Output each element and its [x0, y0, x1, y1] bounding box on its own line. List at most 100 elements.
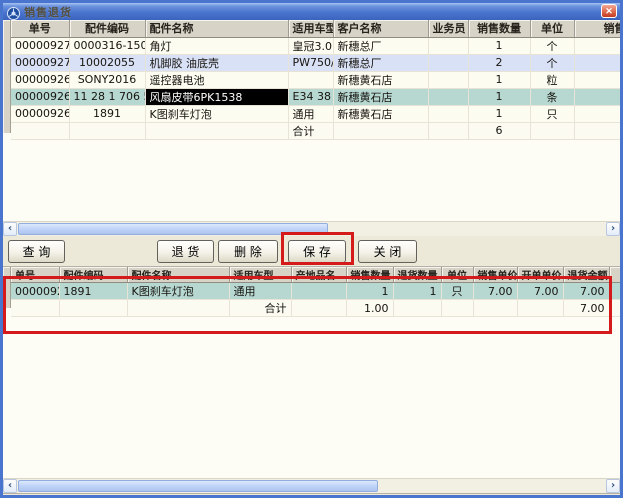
column-header[interactable]: 开单单价 — [517, 267, 563, 283]
cell[interactable]: 1891 — [69, 105, 145, 122]
cell[interactable]: 1 — [468, 71, 530, 88]
column-header[interactable]: 配件编码 — [69, 20, 145, 37]
cell[interactable]: 6 — [468, 122, 530, 139]
cell[interactable]: 75. — [574, 54, 620, 71]
column-header[interactable]: 开 — [609, 267, 620, 283]
cell[interactable]: SONY2016 — [69, 71, 145, 88]
table-row[interactable]: 000009261891K图刹车灯泡通用新穗黄石店1只7. — [11, 105, 620, 122]
cell[interactable] — [11, 300, 59, 317]
cell[interactable] — [428, 71, 468, 88]
cell[interactable]: 7.00 — [473, 283, 517, 300]
column-header[interactable]: 退货数量 — [393, 267, 441, 283]
column-header[interactable]: 单位 — [530, 20, 574, 37]
cell[interactable]: 00000926 — [11, 105, 69, 122]
column-header[interactable]: 销售单价 — [574, 20, 620, 37]
cell[interactable] — [530, 122, 574, 139]
cell[interactable]: 机脚胶 油底壳 — [145, 54, 288, 71]
cell[interactable]: 7.00 — [517, 283, 563, 300]
column-header[interactable]: 配件编码 — [59, 267, 127, 283]
cell[interactable] — [428, 88, 468, 105]
column-header[interactable]: 销售单价 — [473, 267, 517, 283]
cell[interactable]: 新穗黄石店 — [333, 71, 428, 88]
scroll-right-icon[interactable]: › — [606, 222, 620, 236]
column-header[interactable]: 配件名称 — [127, 267, 229, 283]
cell[interactable]: 1 — [468, 88, 530, 105]
cell[interactable] — [609, 300, 620, 317]
cell[interactable]: 只 — [530, 105, 574, 122]
top-grid-hscrollbar[interactable]: ‹ › — [3, 221, 620, 236]
cell[interactable] — [609, 283, 620, 300]
cell[interactable] — [145, 122, 288, 139]
column-header[interactable]: 配件名称 — [145, 20, 288, 37]
cell[interactable]: 150. — [574, 37, 620, 54]
column-header[interactable]: 销售数量 — [468, 20, 530, 37]
cell[interactable] — [127, 300, 229, 317]
cell[interactable]: 1 — [468, 37, 530, 54]
column-header[interactable]: 客户名称 — [333, 20, 428, 37]
column-header[interactable]: 适用车型 — [229, 267, 291, 283]
cell[interactable]: 粒 — [530, 71, 574, 88]
cell[interactable]: 180. — [574, 88, 620, 105]
save-button[interactable]: 保 存 — [288, 240, 346, 263]
cell[interactable]: 0000316-150 — [69, 37, 145, 54]
cell[interactable]: 通用 — [288, 105, 333, 122]
cell[interactable]: 1 — [468, 105, 530, 122]
close-icon[interactable]: ✕ — [601, 4, 617, 18]
cell[interactable]: 通用 — [229, 283, 291, 300]
cell[interactable] — [291, 283, 346, 300]
cell[interactable]: 个 — [530, 37, 574, 54]
cell[interactable]: 新穗黄石店 — [333, 88, 428, 105]
cell[interactable]: 个 — [530, 54, 574, 71]
cell[interactable]: 遥控器电池 — [145, 71, 288, 88]
cell[interactable]: 2 — [468, 54, 530, 71]
cell[interactable]: 新穗黄石店 — [333, 105, 428, 122]
close-button[interactable]: 关 闭 — [358, 240, 417, 263]
cell[interactable]: 10002055 — [69, 54, 145, 71]
cell[interactable]: K图刹车灯泡 — [145, 105, 288, 122]
cell[interactable] — [428, 37, 468, 54]
cell[interactable] — [441, 300, 473, 317]
cell[interactable]: PW750/550 — [288, 54, 333, 71]
cell[interactable]: E34 38 39 M3 — [288, 88, 333, 105]
cell[interactable]: 1.00 — [346, 300, 393, 317]
cell[interactable]: K图刹车灯泡 — [127, 283, 229, 300]
cell[interactable] — [11, 122, 69, 139]
cell[interactable] — [428, 122, 468, 139]
cell[interactable] — [333, 122, 428, 139]
scroll-left-icon[interactable]: ‹ — [3, 479, 17, 493]
cell[interactable]: 皇冠3.0 — [288, 37, 333, 54]
cell[interactable]: 新穗总厂 — [333, 37, 428, 54]
cell[interactable]: 条 — [530, 88, 574, 105]
column-header[interactable]: 单位 — [441, 267, 473, 283]
cell[interactable]: 00000926 — [11, 71, 69, 88]
scroll-right-icon[interactable]: › — [606, 479, 620, 493]
cell[interactable] — [393, 300, 441, 317]
query-button[interactable]: 查 询 — [8, 240, 65, 263]
cell[interactable]: 角灯 — [145, 37, 288, 54]
titlebar[interactable]: 销售退货 ✕ — [3, 3, 620, 20]
table-row[interactable]: 0000092611 28 1 706 545风扇皮带6PK1538E34 38… — [11, 88, 620, 105]
column-header[interactable]: 单号 — [11, 267, 59, 283]
cell[interactable] — [291, 300, 346, 317]
table-row[interactable]: 00000926SONY2016遥控器电池新穗黄石店1粒2. — [11, 71, 620, 88]
cell[interactable] — [428, 105, 468, 122]
cell[interactable]: 00000927 — [11, 54, 69, 71]
table-row[interactable]: 000009270000316-150角灯皇冠3.0新穗总厂1个150. — [11, 37, 620, 54]
scrollbar-thumb[interactable] — [18, 480, 378, 492]
cell[interactable] — [69, 122, 145, 139]
total-row[interactable]: 合计1.007.00 — [11, 300, 620, 317]
column-header[interactable]: 产地品名 — [291, 267, 346, 283]
cell[interactable]: 7.00 — [563, 300, 609, 317]
cell[interactable]: 7.00 — [563, 283, 609, 300]
cell[interactable]: 1891 — [59, 283, 127, 300]
total-row[interactable]: 合计 6 — [11, 122, 620, 139]
cell[interactable]: 1 — [393, 283, 441, 300]
column-header[interactable]: 适用车型 — [288, 20, 333, 37]
cell[interactable] — [428, 54, 468, 71]
cell[interactable]: 合计 — [288, 122, 333, 139]
table-row[interactable]: 000009261891K图刹车灯泡通用11只7.007.007.00 — [11, 283, 620, 300]
cell[interactable] — [517, 300, 563, 317]
scrollbar-thumb[interactable] — [18, 223, 328, 235]
cell[interactable]: 00000926 — [11, 88, 69, 105]
cell[interactable] — [473, 300, 517, 317]
